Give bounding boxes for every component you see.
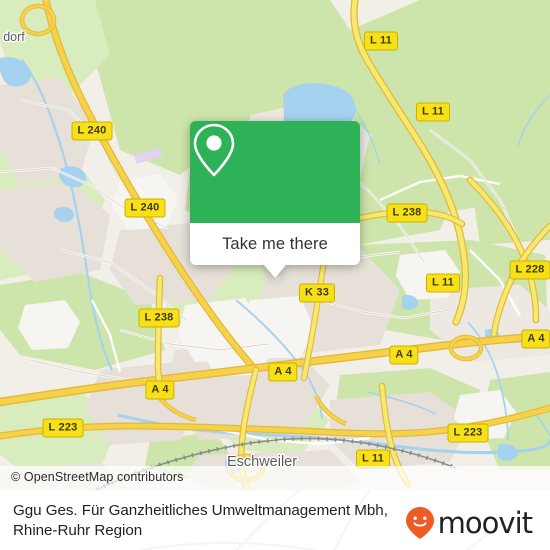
road-shield: L 223 [447,423,489,443]
osm-attribution[interactable]: © OpenStreetMap contributors [0,466,550,490]
road-shield: A 4 [389,345,419,365]
popup-tail [264,265,286,278]
location-popup[interactable]: Take me there [190,121,360,278]
road-shield: A 4 [268,362,298,382]
map-screenshot: L 11 L 11 L 240 L 240 L 238 L 228 L 11 K… [0,0,550,550]
place-title: Ggu Ges. Für Ganzheitliches Umweltmanage… [13,502,388,539]
moovit-wordmark: moovit [437,505,533,540]
road-shield: K 33 [298,283,336,303]
popup-pin-area [190,121,360,223]
road-shield: L 11 [425,273,461,293]
take-me-there-label: Take me there [222,234,328,253]
road-shield: L 11 [415,102,451,122]
moovit-pin-smiley-icon [405,507,434,539]
road-shield: L 11 [363,31,399,51]
road-shield: L 240 [71,121,113,141]
footer-bar: Ggu Ges. Für Ganzheitliches Umweltmanage… [0,490,550,550]
road-shield: L 228 [509,260,550,280]
road-shield: A 4 [145,380,175,400]
road-shield: A 4 [521,329,550,349]
place-label: dorf [3,30,25,44]
road-shield: L 240 [124,198,166,218]
map-pin-icon [193,123,235,177]
road-shield: L 238 [386,203,428,223]
road-shield: L 223 [42,418,84,438]
moovit-logo[interactable]: moovit [405,505,533,540]
popup-action-bar[interactable]: Take me there [190,223,360,278]
road-shield: L 238 [138,308,180,328]
map-canvas[interactable]: L 11 L 11 L 240 L 240 L 238 L 228 L 11 K… [0,0,550,490]
